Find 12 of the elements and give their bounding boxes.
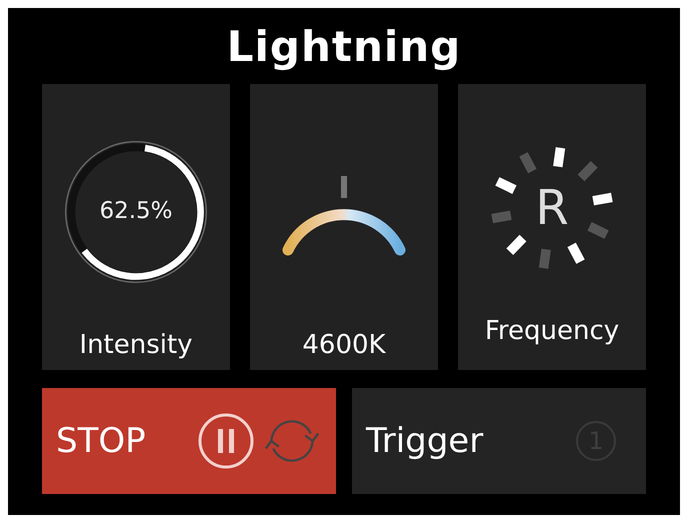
frequency-letter: R xyxy=(534,180,570,236)
frequency-label: Frequency xyxy=(484,316,620,346)
intensity-label: Intensity xyxy=(79,330,193,360)
stop-button[interactable]: STOP xyxy=(42,388,336,494)
pause-icon xyxy=(196,411,256,471)
intensity-reading: 62.5% xyxy=(99,198,173,224)
slider-thumb[interactable] xyxy=(341,176,347,198)
temperature-label: 4600K xyxy=(302,330,386,360)
frequency-tile[interactable]: R Frequency xyxy=(458,84,646,370)
temperature-tile[interactable]: 4600K xyxy=(250,84,438,370)
app-title: Lightning xyxy=(226,22,462,72)
intensity-tile[interactable]: 62.5% Intensity xyxy=(42,84,230,370)
